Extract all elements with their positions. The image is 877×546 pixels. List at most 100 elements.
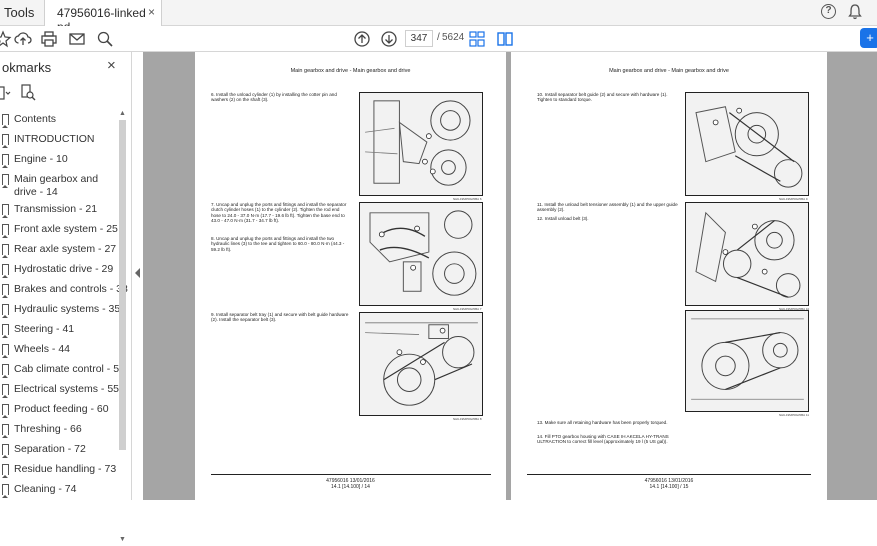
page-separator: /	[437, 32, 440, 43]
bookmark-icon	[2, 364, 9, 378]
page-layout-icon[interactable]	[468, 30, 486, 48]
bookmark-icon	[2, 284, 9, 298]
bookmark-label: Residue handling - 73	[14, 463, 117, 475]
bookmark-options-icon[interactable]	[0, 86, 12, 100]
bookmark-icon	[2, 404, 9, 418]
bookmark-label: Steering - 41	[14, 323, 75, 335]
step-text: 10. Install separator belt guide (2) and…	[537, 92, 668, 103]
bookmark-icon	[2, 384, 9, 398]
bookmark-label: Product feeding - 60	[14, 403, 109, 415]
figure-id: NHIL19MP002/0BA 6	[453, 197, 482, 201]
close-tab-icon[interactable]: ×	[148, 5, 155, 19]
step-text: 8. Uncap and unplug the ports and fittin…	[211, 236, 345, 252]
star-icon[interactable]	[0, 30, 12, 48]
bookmark-icon	[2, 114, 9, 128]
close-bookmarks-icon[interactable]: ×	[107, 57, 116, 74]
footer-rule	[211, 474, 491, 475]
bookmark-label: Rear axle system - 27	[14, 243, 117, 255]
bookmarks-title: okmarks	[2, 60, 52, 75]
bookmark-label: Hydraulic systems - 35	[14, 303, 121, 315]
bookmark-item[interactable]: Separation - 72	[0, 440, 118, 460]
bookmark-label: Transmission - 21	[14, 203, 98, 215]
bookmark-label: Wheels - 44	[14, 343, 71, 355]
find-bookmark-icon[interactable]	[20, 84, 36, 101]
bookmark-item[interactable]: INTRODUCTION	[0, 130, 118, 150]
bookmark-item[interactable]: Product feeding - 60	[0, 400, 118, 420]
bookmark-icon	[2, 134, 9, 148]
bookmarks-scroll-thumb[interactable]	[119, 120, 126, 450]
step-text: 9. Install separator belt tray (1) and s…	[211, 312, 349, 323]
figure-id: NHIL19MP002/0BA 11	[779, 413, 809, 417]
footer-rule	[527, 474, 811, 475]
collapse-panel-icon[interactable]	[134, 268, 140, 278]
figure-id: NHIL19MP002/0BA 9	[779, 197, 808, 201]
figure	[685, 310, 809, 412]
document-scrollbar[interactable]	[869, 52, 877, 500]
bookmark-item[interactable]: Steering - 41	[0, 320, 118, 340]
next-page-icon[interactable]	[380, 30, 398, 48]
bookmark-icon	[2, 424, 9, 438]
step-text: 7. Uncap and unplug the ports and fittin…	[211, 202, 347, 224]
two-page-icon[interactable]	[496, 30, 514, 48]
bookmark-item[interactable]: Transmission - 21	[0, 200, 118, 220]
scroll-up-icon[interactable]: ▲	[118, 110, 127, 117]
footer-page-number: 14.1 [14.100] / 14	[331, 484, 370, 490]
bookmark-icon	[2, 244, 9, 258]
document-viewer[interactable]: Main gearbox and drive - Main gearbox an…	[143, 52, 877, 500]
help-icon[interactable]: ?	[821, 4, 836, 19]
bookmark-item[interactable]: Brakes and controls - 33	[0, 280, 128, 300]
document-tab[interactable]: 47956016-linked pd... ×	[44, 0, 162, 34]
bookmark-label: Brakes and controls - 33	[14, 283, 128, 295]
bookmarks-list: Contents INTRODUCTION Engine - 10 Main g…	[0, 110, 128, 500]
bookmark-item[interactable]: Residue handling - 73	[0, 460, 118, 480]
bookmark-label: INTRODUCTION	[14, 133, 95, 145]
print-icon[interactable]	[40, 30, 58, 48]
bookmark-item[interactable]: Hydrostatic drive - 29	[0, 260, 118, 280]
bookmark-item[interactable]: Electrical systems - 55	[0, 380, 120, 400]
bookmark-item[interactable]: Hydraulic systems - 35	[0, 300, 121, 320]
bookmark-icon	[2, 224, 9, 238]
bookmark-item[interactable]: Main gearbox and drive - 14	[0, 170, 118, 200]
bookmark-item[interactable]: Threshing - 66	[0, 420, 118, 440]
bookmark-label: Cab climate control - 50	[14, 363, 125, 375]
illustration-image	[365, 322, 478, 406]
page-total: 5624	[442, 32, 465, 43]
bookmark-item[interactable]: Wheels - 44	[0, 340, 118, 360]
bookmark-label: Front axle system - 25	[14, 223, 118, 235]
bookmark-item[interactable]: Contents	[0, 110, 118, 130]
bookmark-item[interactable]: Engine - 10	[0, 150, 118, 170]
bookmark-icon	[2, 264, 9, 278]
page-14: Main gearbox and drive - Main gearbox an…	[195, 52, 506, 500]
page-number-input[interactable]: 347	[405, 30, 433, 47]
bookmark-icon	[2, 464, 9, 478]
previous-page-icon[interactable]	[353, 30, 371, 48]
email-icon[interactable]	[68, 30, 86, 48]
bookmark-label: Contents	[14, 113, 57, 125]
bookmark-label: Threshing - 66	[14, 423, 82, 435]
bookmark-label: Electrical systems - 55	[14, 383, 120, 395]
bookmark-item[interactable]: Front axle system - 25	[0, 220, 118, 240]
bookmarks-scrollbar[interactable]: ▲ ▼	[118, 110, 127, 546]
bookmark-item[interactable]: Cab climate control - 50	[0, 360, 125, 380]
bookmark-label: Hydrostatic drive - 29	[14, 263, 114, 275]
bookmark-label: Separation - 72	[14, 443, 86, 455]
bookmarks-toolbar	[0, 82, 132, 106]
illustration-image	[369, 210, 477, 296]
step-text: 14. Fill PTO gearbox housing with CASE I…	[537, 434, 669, 445]
bookmark-icon	[2, 444, 9, 458]
tools-menu[interactable]: Tools	[4, 5, 34, 20]
search-icon[interactable]	[96, 30, 114, 48]
figure	[359, 92, 483, 196]
illustration-image	[365, 100, 471, 186]
illustration-image	[691, 318, 804, 400]
bookmark-label: Engine - 10	[14, 153, 68, 165]
share-button[interactable]: +	[860, 28, 877, 48]
step-text: 6. Install the unload cylinder (1) by in…	[211, 92, 337, 103]
bell-icon[interactable]	[847, 3, 863, 21]
step-text: 12. Install unload belt (3).	[537, 216, 589, 221]
bookmark-icon	[2, 154, 9, 168]
scroll-down-icon[interactable]: ▼	[118, 536, 127, 543]
upload-icon[interactable]	[14, 30, 32, 48]
bookmark-item[interactable]: Rear axle system - 27	[0, 240, 118, 260]
bookmark-item[interactable]: Cleaning - 74	[0, 480, 118, 500]
